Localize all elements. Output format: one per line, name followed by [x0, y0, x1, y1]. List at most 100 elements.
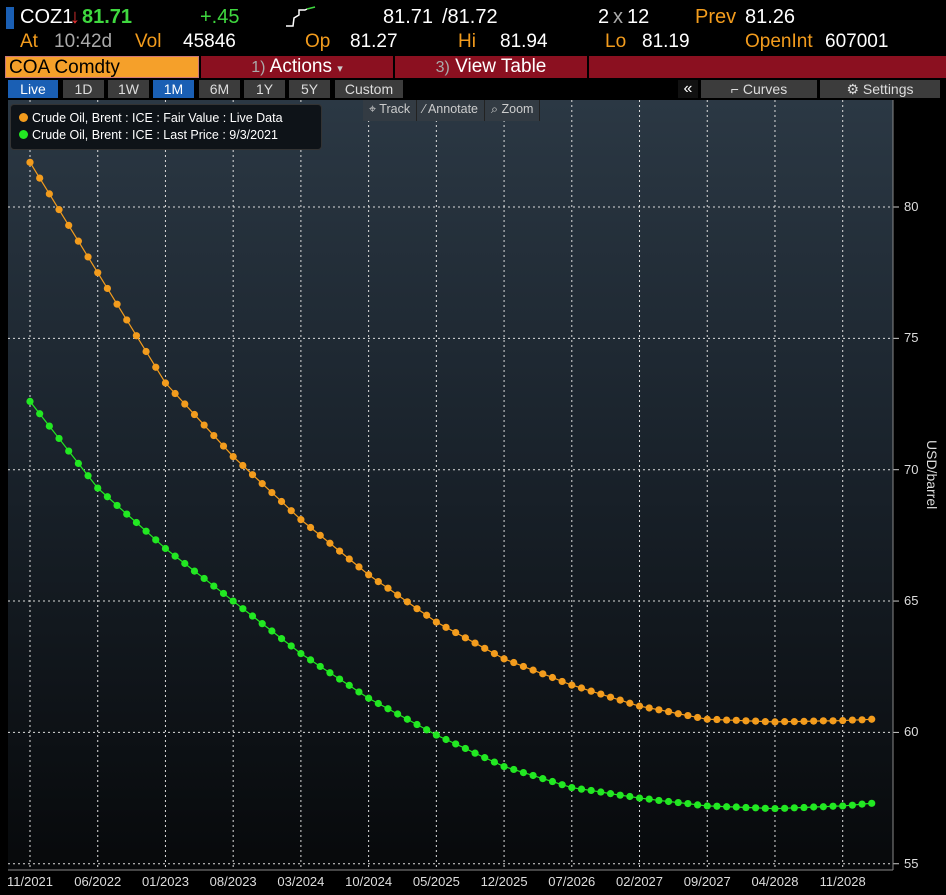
data-point[interactable]	[210, 582, 218, 590]
data-point[interactable]	[171, 389, 179, 398]
data-point[interactable]	[239, 605, 247, 613]
data-point[interactable]	[819, 717, 827, 725]
data-point[interactable]	[500, 762, 508, 771]
data-point[interactable]	[587, 786, 595, 795]
data-point[interactable]	[374, 578, 382, 586]
data-point[interactable]	[432, 731, 440, 739]
data-point[interactable]	[703, 802, 711, 810]
data-point[interactable]	[355, 563, 363, 571]
data-point[interactable]	[635, 702, 644, 710]
data-point[interactable]	[413, 720, 421, 729]
data-point[interactable]	[36, 410, 44, 418]
data-point[interactable]	[616, 696, 624, 704]
data-point[interactable]	[103, 493, 111, 501]
data-point[interactable]	[326, 539, 334, 547]
data-point[interactable]	[548, 673, 557, 682]
data-point[interactable]	[171, 552, 179, 560]
data-point[interactable]	[84, 472, 92, 480]
data-point[interactable]	[45, 422, 53, 430]
data-point[interactable]	[510, 658, 518, 667]
data-point[interactable]	[519, 662, 528, 671]
data-point[interactable]	[152, 363, 160, 371]
data-point[interactable]	[94, 484, 102, 492]
data-point[interactable]	[355, 688, 363, 696]
data-point[interactable]	[848, 716, 856, 724]
data-point[interactable]	[790, 718, 798, 726]
data-point[interactable]	[181, 559, 189, 568]
data-point[interactable]	[597, 690, 605, 698]
data-point[interactable]	[810, 803, 818, 811]
data-point[interactable]	[365, 571, 373, 579]
data-point[interactable]	[539, 775, 547, 783]
data-point[interactable]	[219, 589, 228, 598]
data-point[interactable]	[26, 397, 34, 405]
data-point[interactable]	[74, 237, 82, 245]
data-point[interactable]	[190, 410, 199, 419]
data-point[interactable]	[306, 523, 315, 532]
data-point[interactable]	[606, 693, 615, 701]
data-point[interactable]	[258, 620, 266, 628]
data-point[interactable]	[635, 794, 644, 802]
data-point[interactable]	[539, 670, 547, 678]
data-point[interactable]	[490, 649, 498, 658]
data-point[interactable]	[74, 459, 82, 467]
data-point[interactable]	[713, 715, 721, 724]
data-point[interactable]	[287, 507, 295, 515]
data-point[interactable]	[471, 639, 479, 647]
data-point[interactable]	[587, 687, 595, 695]
data-point[interactable]	[306, 656, 315, 664]
data-point[interactable]	[626, 699, 634, 707]
data-point[interactable]	[268, 627, 276, 635]
data-point[interactable]	[132, 332, 141, 340]
data-point[interactable]	[200, 574, 208, 583]
data-point[interactable]	[655, 796, 663, 805]
data-point[interactable]	[868, 799, 876, 807]
data-point[interactable]	[277, 635, 286, 643]
data-point[interactable]	[442, 735, 450, 744]
data-point[interactable]	[548, 777, 557, 786]
data-point[interactable]	[510, 765, 518, 774]
data-point[interactable]	[597, 788, 605, 796]
data-point[interactable]	[384, 705, 392, 713]
data-point[interactable]	[403, 715, 411, 723]
data-point[interactable]	[461, 744, 469, 753]
data-point[interactable]	[529, 771, 537, 780]
data-point[interactable]	[190, 567, 199, 575]
data-point[interactable]	[500, 655, 508, 663]
data-point[interactable]	[684, 799, 692, 808]
data-point[interactable]	[123, 510, 131, 518]
data-point[interactable]	[297, 649, 305, 658]
data-point[interactable]	[297, 516, 305, 524]
data-point[interactable]	[423, 611, 431, 619]
data-point[interactable]	[858, 800, 866, 808]
data-point[interactable]	[655, 706, 663, 714]
data-point[interactable]	[703, 715, 711, 723]
data-point[interactable]	[403, 598, 411, 606]
data-point[interactable]	[384, 584, 392, 592]
data-point[interactable]	[336, 547, 344, 555]
data-point[interactable]	[829, 802, 837, 810]
data-point[interactable]	[413, 605, 421, 613]
data-point[interactable]	[36, 174, 44, 182]
data-point[interactable]	[103, 284, 111, 293]
data-point[interactable]	[326, 669, 334, 677]
data-point[interactable]	[674, 710, 682, 718]
data-point[interactable]	[558, 677, 566, 686]
data-point[interactable]	[577, 785, 586, 793]
data-point[interactable]	[94, 269, 102, 277]
data-point[interactable]	[200, 421, 208, 429]
data-point[interactable]	[258, 480, 266, 488]
data-point[interactable]	[423, 726, 431, 734]
data-point[interactable]	[248, 471, 257, 479]
data-point[interactable]	[810, 717, 818, 725]
data-point[interactable]	[336, 675, 344, 683]
data-point[interactable]	[365, 694, 373, 702]
data-point[interactable]	[490, 758, 498, 766]
data-point[interactable]	[568, 681, 576, 689]
data-point[interactable]	[132, 518, 141, 527]
data-point[interactable]	[529, 666, 537, 674]
data-point[interactable]	[800, 803, 808, 812]
data-point[interactable]	[781, 718, 789, 726]
data-point[interactable]	[761, 718, 769, 726]
data-point[interactable]	[684, 711, 692, 720]
